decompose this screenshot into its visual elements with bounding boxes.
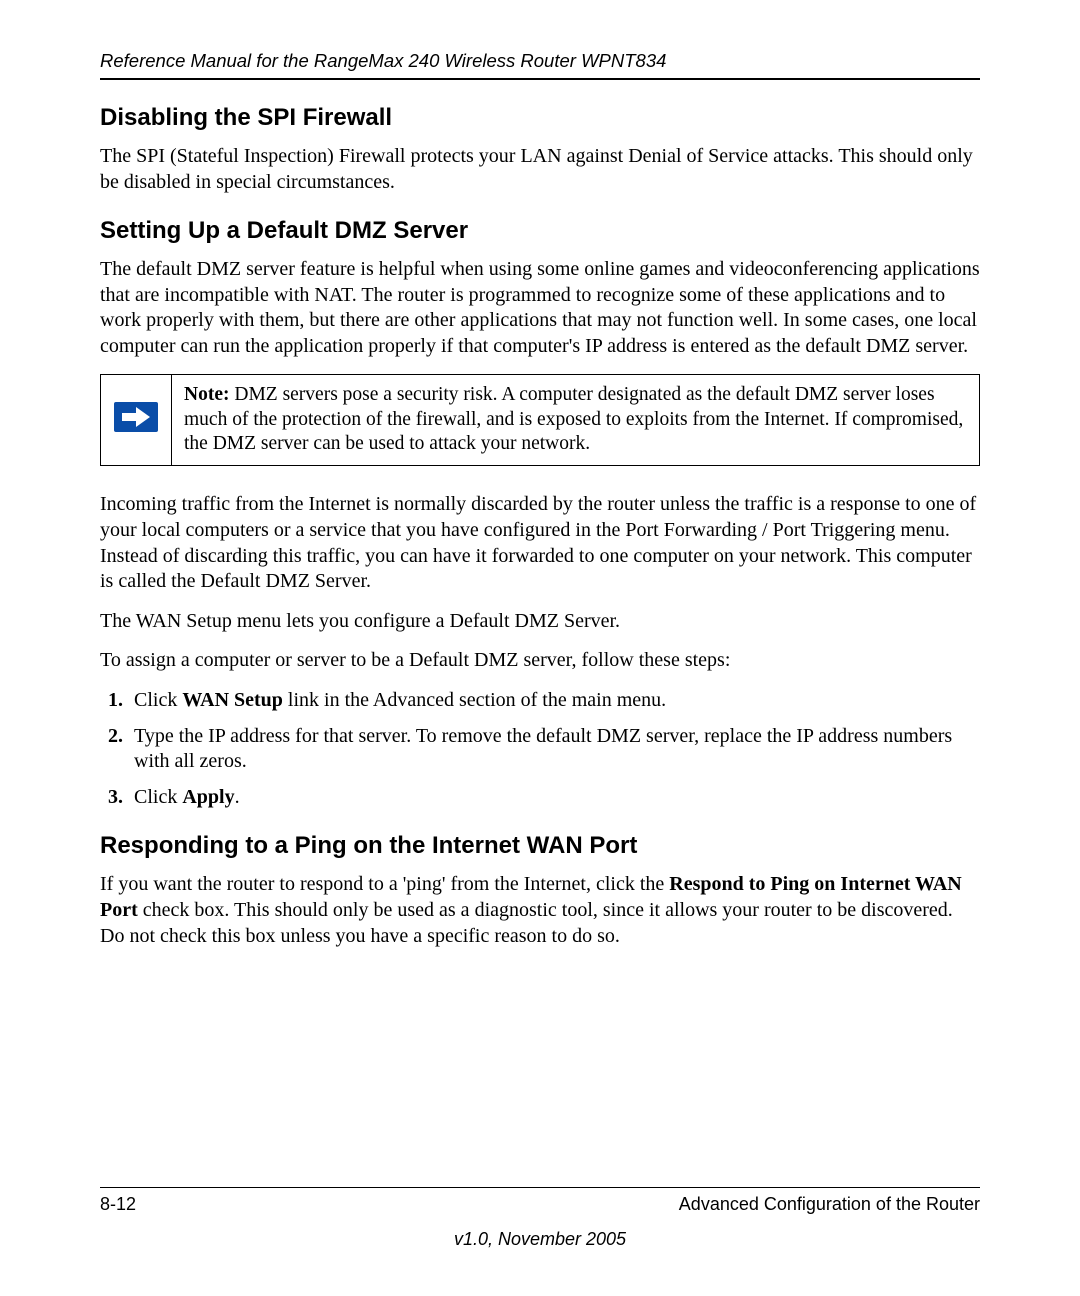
list-item: Type the IP address for that server. To …: [128, 724, 980, 775]
page-number: 8-12: [100, 1194, 136, 1215]
paragraph: If you want the router to respond to a '…: [100, 872, 980, 949]
heading-ping-wan: Responding to a Ping on the Internet WAN…: [100, 832, 980, 860]
paragraph: The SPI (Stateful Inspection) Firewall p…: [100, 144, 980, 195]
heading-dmz-server: Setting Up a Default DMZ Server: [100, 217, 980, 245]
running-head: Reference Manual for the RangeMax 240 Wi…: [100, 50, 980, 72]
footer-version: v1.0, November 2005: [100, 1229, 980, 1250]
paragraph: The WAN Setup menu lets you configure a …: [100, 609, 980, 635]
note-text: Note: DMZ servers pose a security risk. …: [172, 374, 980, 466]
paragraph-text: check box. This should only be used as a…: [100, 899, 953, 947]
step-text: Click: [134, 689, 182, 711]
header-rule: [100, 78, 980, 80]
step-text: Click: [134, 786, 182, 808]
step-text: .: [235, 786, 240, 808]
paragraph-text: If you want the router to respond to a '…: [100, 873, 669, 895]
note-callout: Note: DMZ servers pose a security risk. …: [100, 374, 980, 467]
step-text-bold: Apply: [182, 786, 234, 808]
list-item: Click Apply.: [128, 785, 980, 811]
arrow-right-icon: [114, 402, 158, 432]
note-icon-cell: [101, 374, 172, 466]
heading-spi-firewall: Disabling the SPI Firewall: [100, 104, 980, 132]
document-page: Reference Manual for the RangeMax 240 Wi…: [0, 0, 1080, 1296]
paragraph: To assign a computer or server to be a D…: [100, 648, 980, 674]
list-item: Click WAN Setup link in the Advanced sec…: [128, 688, 980, 714]
footer-section-title: Advanced Configuration of the Router: [679, 1194, 980, 1215]
note-body: DMZ servers pose a security risk. A comp…: [184, 384, 963, 455]
ordered-steps: Click WAN Setup link in the Advanced sec…: [100, 688, 980, 810]
page-footer: 8-12 Advanced Configuration of the Route…: [100, 1187, 980, 1250]
paragraph: Incoming traffic from the Internet is no…: [100, 492, 980, 594]
note-label: Note:: [184, 384, 229, 405]
paragraph: The default DMZ server feature is helpfu…: [100, 257, 980, 359]
step-text: link in the Advanced section of the main…: [283, 689, 666, 711]
step-text-bold: WAN Setup: [182, 689, 283, 711]
footer-rule: [100, 1187, 980, 1188]
